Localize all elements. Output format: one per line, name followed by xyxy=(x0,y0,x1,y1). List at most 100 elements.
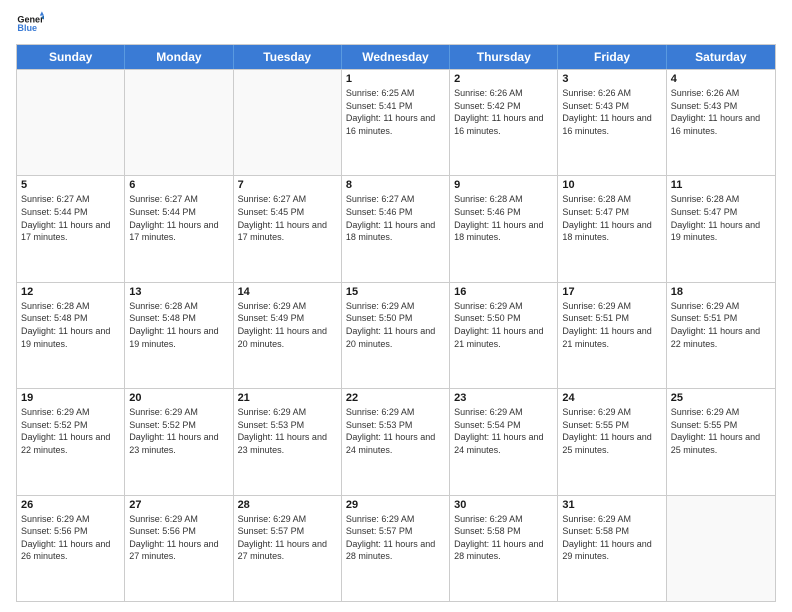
calendar-cell xyxy=(667,496,775,601)
day-number: 18 xyxy=(671,286,771,298)
calendar-header: SundayMondayTuesdayWednesdayThursdayFrid… xyxy=(17,45,775,69)
day-number: 30 xyxy=(454,499,553,511)
calendar-cell: 25 Sunrise: 6:29 AM Sunset: 5:55 PM Dayli… xyxy=(667,389,775,494)
calendar-cell: 5 Sunrise: 6:27 AM Sunset: 5:44 PM Daylig… xyxy=(17,176,125,281)
calendar-cell: 2 Sunrise: 6:26 AM Sunset: 5:42 PM Daylig… xyxy=(450,70,558,175)
day-number: 20 xyxy=(129,392,228,404)
cell-info: Sunrise: 6:29 AM Sunset: 5:51 PM Dayligh… xyxy=(562,300,661,350)
cell-info: Sunrise: 6:29 AM Sunset: 5:53 PM Dayligh… xyxy=(238,406,337,456)
day-number: 7 xyxy=(238,179,337,191)
calendar-cell: 23 Sunrise: 6:29 AM Sunset: 5:54 PM Dayli… xyxy=(450,389,558,494)
day-number: 11 xyxy=(671,179,771,191)
calendar-cell: 17 Sunrise: 6:29 AM Sunset: 5:51 PM Dayli… xyxy=(558,283,666,388)
day-number: 26 xyxy=(21,499,120,511)
cell-info: Sunrise: 6:29 AM Sunset: 5:55 PM Dayligh… xyxy=(562,406,661,456)
calendar-row-0: 1 Sunrise: 6:25 AM Sunset: 5:41 PM Daylig… xyxy=(17,69,775,175)
calendar-cell: 11Sunrise: 6:28 AM Sunset: 5:47 PM Dayli… xyxy=(667,176,775,281)
day-number: 4 xyxy=(671,73,771,85)
calendar-row-3: 19 Sunrise: 6:29 AM Sunset: 5:52 PM Dayli… xyxy=(17,388,775,494)
cell-info: Sunrise: 6:28 AM Sunset: 5:46 PM Dayligh… xyxy=(454,193,553,243)
day-number: 22 xyxy=(346,392,445,404)
calendar-cell: 18 Sunrise: 6:29 AM Sunset: 5:51 PM Dayli… xyxy=(667,283,775,388)
day-number: 6 xyxy=(129,179,228,191)
calendar-cell: 15Sunrise: 6:29 AM Sunset: 5:50 PM Dayli… xyxy=(342,283,450,388)
weekday-header-wednesday: Wednesday xyxy=(342,45,450,69)
day-number: 8 xyxy=(346,179,445,191)
day-number: 24 xyxy=(562,392,661,404)
day-number: 15 xyxy=(346,286,445,298)
day-number: 31 xyxy=(562,499,661,511)
day-number: 29 xyxy=(346,499,445,511)
cell-info: Sunrise: 6:29 AM Sunset: 5:49 PM Dayligh… xyxy=(238,300,337,350)
calendar-cell: 21 Sunrise: 6:29 AM Sunset: 5:53 PM Dayli… xyxy=(234,389,342,494)
cell-info: Sunrise: 6:28 AM Sunset: 5:47 PM Dayligh… xyxy=(562,193,661,243)
cell-info: Sunrise: 6:29 AM Sunset: 5:54 PM Dayligh… xyxy=(454,406,553,456)
calendar-cell: 24 Sunrise: 6:29 AM Sunset: 5:55 PM Dayli… xyxy=(558,389,666,494)
cell-info: Sunrise: 6:29 AM Sunset: 5:56 PM Dayligh… xyxy=(21,513,120,563)
cell-info: Sunrise: 6:29 AM Sunset: 5:53 PM Dayligh… xyxy=(346,406,445,456)
day-number: 2 xyxy=(454,73,553,85)
calendar-cell: 29Sunrise: 6:29 AM Sunset: 5:57 PM Dayli… xyxy=(342,496,450,601)
cell-info: Sunrise: 6:29 AM Sunset: 5:51 PM Dayligh… xyxy=(671,300,771,350)
calendar-cell xyxy=(234,70,342,175)
weekday-header-thursday: Thursday xyxy=(450,45,558,69)
calendar-cell: 8 Sunrise: 6:27 AM Sunset: 5:46 PM Daylig… xyxy=(342,176,450,281)
day-number: 14 xyxy=(238,286,337,298)
cell-info: Sunrise: 6:27 AM Sunset: 5:45 PM Dayligh… xyxy=(238,193,337,243)
calendar-cell: 16 Sunrise: 6:29 AM Sunset: 5:50 PM Dayli… xyxy=(450,283,558,388)
day-number: 27 xyxy=(129,499,228,511)
calendar-cell: 12 Sunrise: 6:28 AM Sunset: 5:48 PM Dayli… xyxy=(17,283,125,388)
calendar-cell: 9 Sunrise: 6:28 AM Sunset: 5:46 PM Daylig… xyxy=(450,176,558,281)
weekday-header-monday: Monday xyxy=(125,45,233,69)
calendar-cell: 26 Sunrise: 6:29 AM Sunset: 5:56 PM Dayli… xyxy=(17,496,125,601)
calendar-cell: 31 Sunrise: 6:29 AM Sunset: 5:58 PM Dayli… xyxy=(558,496,666,601)
calendar-cell: 27 Sunrise: 6:29 AM Sunset: 5:56 PM Dayli… xyxy=(125,496,233,601)
cell-info: Sunrise: 6:29 AM Sunset: 5:58 PM Dayligh… xyxy=(562,513,661,563)
day-number: 9 xyxy=(454,179,553,191)
cell-info: Sunrise: 6:28 AM Sunset: 5:48 PM Dayligh… xyxy=(129,300,228,350)
weekday-header-saturday: Saturday xyxy=(667,45,775,69)
cell-info: Sunrise: 6:26 AM Sunset: 5:42 PM Dayligh… xyxy=(454,87,553,137)
calendar-cell: 28 Sunrise: 6:29 AM Sunset: 5:57 PM Dayli… xyxy=(234,496,342,601)
day-number: 16 xyxy=(454,286,553,298)
calendar-cell: 4Sunrise: 6:26 AM Sunset: 5:43 PM Daylig… xyxy=(667,70,775,175)
svg-text:Blue: Blue xyxy=(17,23,37,33)
page-header: General Blue xyxy=(16,10,776,38)
calendar-cell: 13 Sunrise: 6:28 AM Sunset: 5:48 PM Dayli… xyxy=(125,283,233,388)
calendar-cell: 7 Sunrise: 6:27 AM Sunset: 5:45 PM Daylig… xyxy=(234,176,342,281)
logo: General Blue xyxy=(16,10,44,38)
cell-info: Sunrise: 6:29 AM Sunset: 5:57 PM Dayligh… xyxy=(238,513,337,563)
calendar-cell: 20 Sunrise: 6:29 AM Sunset: 5:52 PM Dayli… xyxy=(125,389,233,494)
cell-info: Sunrise: 6:27 AM Sunset: 5:44 PM Dayligh… xyxy=(21,193,120,243)
day-number: 17 xyxy=(562,286,661,298)
day-number: 23 xyxy=(454,392,553,404)
cell-info: Sunrise: 6:29 AM Sunset: 5:55 PM Dayligh… xyxy=(671,406,771,456)
weekday-header-sunday: Sunday xyxy=(17,45,125,69)
day-number: 28 xyxy=(238,499,337,511)
cell-info: Sunrise: 6:29 AM Sunset: 5:58 PM Dayligh… xyxy=(454,513,553,563)
calendar-cell: 6Sunrise: 6:27 AM Sunset: 5:44 PM Daylig… xyxy=(125,176,233,281)
calendar-cell xyxy=(125,70,233,175)
cell-info: Sunrise: 6:26 AM Sunset: 5:43 PM Dayligh… xyxy=(562,87,661,137)
cell-info: Sunrise: 6:29 AM Sunset: 5:52 PM Dayligh… xyxy=(129,406,228,456)
weekday-header-tuesday: Tuesday xyxy=(234,45,342,69)
day-number: 1 xyxy=(346,73,445,85)
calendar-row-2: 12 Sunrise: 6:28 AM Sunset: 5:48 PM Dayli… xyxy=(17,282,775,388)
calendar-row-1: 5 Sunrise: 6:27 AM Sunset: 5:44 PM Daylig… xyxy=(17,175,775,281)
day-number: 21 xyxy=(238,392,337,404)
day-number: 13 xyxy=(129,286,228,298)
calendar-cell: 19 Sunrise: 6:29 AM Sunset: 5:52 PM Dayli… xyxy=(17,389,125,494)
cell-info: Sunrise: 6:29 AM Sunset: 5:50 PM Dayligh… xyxy=(454,300,553,350)
day-number: 12 xyxy=(21,286,120,298)
cell-info: Sunrise: 6:28 AM Sunset: 5:48 PM Dayligh… xyxy=(21,300,120,350)
cell-info: Sunrise: 6:25 AM Sunset: 5:41 PM Dayligh… xyxy=(346,87,445,137)
calendar-cell xyxy=(17,70,125,175)
cell-info: Sunrise: 6:29 AM Sunset: 5:52 PM Dayligh… xyxy=(21,406,120,456)
cell-info: Sunrise: 6:29 AM Sunset: 5:56 PM Dayligh… xyxy=(129,513,228,563)
cell-info: Sunrise: 6:27 AM Sunset: 5:46 PM Dayligh… xyxy=(346,193,445,243)
calendar-row-4: 26 Sunrise: 6:29 AM Sunset: 5:56 PM Dayli… xyxy=(17,495,775,601)
day-number: 25 xyxy=(671,392,771,404)
day-number: 19 xyxy=(21,392,120,404)
day-number: 5 xyxy=(21,179,120,191)
day-number: 10 xyxy=(562,179,661,191)
